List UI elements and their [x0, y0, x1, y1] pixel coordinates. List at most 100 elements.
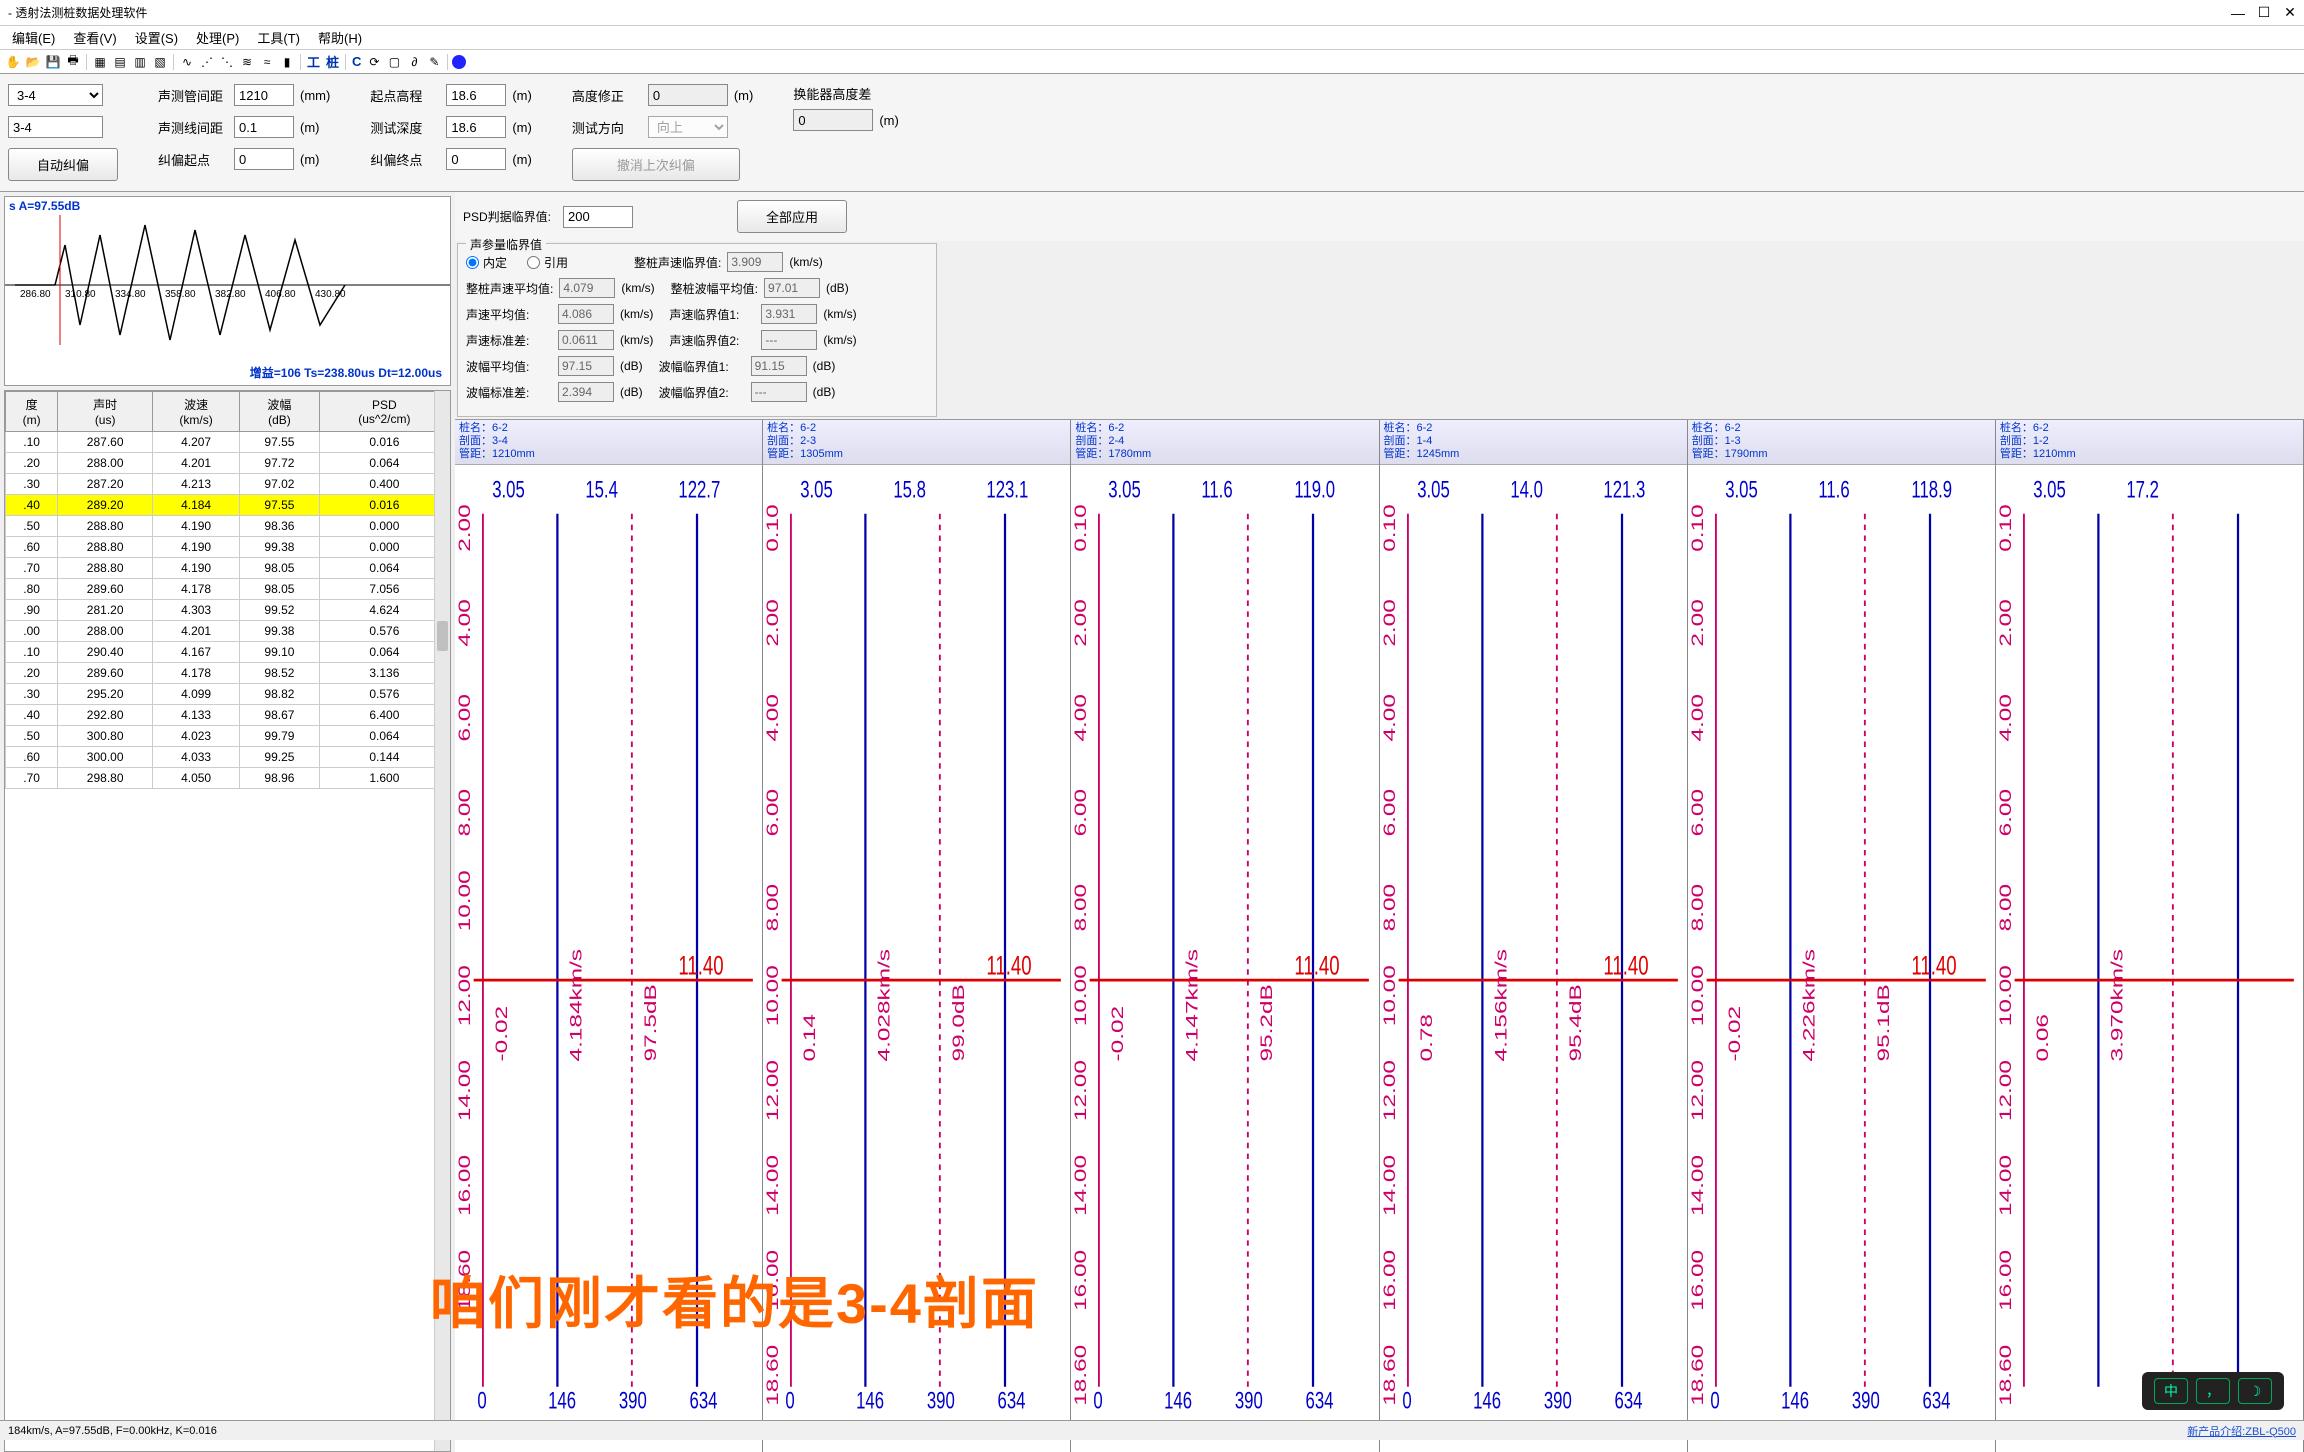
table-row[interactable]: .40292.804.13398.676.400 [6, 705, 450, 726]
svg-text:14.00: 14.00 [764, 1155, 782, 1216]
table-cell: 4.167 [153, 642, 240, 663]
offset-end-input[interactable] [446, 148, 506, 170]
profile-column[interactable]: 桩名：6-2剖面：1-2管距：1210mm 3.0517.2 0.102.004… [1996, 420, 2304, 1452]
refresh-icon[interactable]: ⟳ [365, 53, 383, 71]
test-dir-select[interactable]: 向上 [648, 116, 728, 138]
svg-text:4.028km/s: 4.028km/s [875, 949, 893, 1061]
test-depth-input[interactable] [446, 116, 506, 138]
tool-c[interactable]: C [350, 54, 363, 69]
save-icon[interactable]: 💾 [44, 53, 62, 71]
wave1-icon[interactable]: ∿ [178, 53, 196, 71]
table-row[interactable]: .10290.404.16799.100.064 [6, 642, 450, 663]
close-button[interactable]: ✕ [2284, 7, 2296, 19]
data-table[interactable]: 度(m)声时(us)波速(km/s)波幅(dB)PSD(us^2/cm) .10… [5, 391, 450, 789]
line-spacing-input[interactable] [234, 116, 294, 138]
svg-text:11.40: 11.40 [1911, 950, 1956, 980]
grid1-icon[interactable]: ▦ [91, 53, 109, 71]
table-cell: .30 [6, 684, 58, 705]
table-row[interactable]: .60300.004.03399.250.144 [6, 747, 450, 768]
ime-lang[interactable]: 中 [2154, 1378, 2188, 1404]
svg-text:10.00: 10.00 [1996, 965, 2014, 1026]
waveform-panel[interactable]: s A=97.55dB 286.80310.80334.80 358.80382… [4, 196, 451, 386]
profile-column[interactable]: 桩名：6-2剖面：1-4管距：1245mm 3.0514.0121.3 11.4… [1380, 420, 1688, 1452]
svg-text:18.60: 18.60 [1996, 1344, 2014, 1405]
circle-icon[interactable] [452, 55, 466, 69]
menu-tools[interactable]: 工具(T) [249, 26, 308, 49]
auto-offset-button[interactable]: 自动纠偏 [8, 148, 118, 181]
tube-spacing-input[interactable] [234, 84, 294, 106]
menu-settings[interactable]: 设置(S) [127, 26, 186, 49]
svg-text:0: 0 [1710, 1387, 1719, 1414]
svg-text:14.00: 14.00 [1380, 1155, 1398, 1216]
table-row[interactable]: .50300.804.02399.790.064 [6, 726, 450, 747]
table-row[interactable]: .70288.804.19098.050.064 [6, 558, 450, 579]
table-row[interactable]: .00288.004.20199.380.576 [6, 621, 450, 642]
table-cell: 289.60 [58, 663, 153, 684]
status-link[interactable]: 新产品介绍:ZBL-Q500 [2187, 1423, 2296, 1439]
table-row[interactable]: .10287.604.20797.550.016 [6, 432, 450, 453]
table-row[interactable]: .20289.604.17898.523.136 [6, 663, 450, 684]
print-icon[interactable]: 🖶 [64, 53, 82, 71]
wave2-icon[interactable]: ⋰ [198, 53, 216, 71]
menu-edit[interactable]: 编辑(E) [4, 26, 63, 49]
table-row[interactable]: .40289.204.18497.550.016 [6, 495, 450, 516]
line-spacing-label: 声测线间距 [158, 118, 228, 137]
table-cell: 0.016 [319, 432, 449, 453]
maximize-button[interactable]: ☐ [2258, 7, 2270, 19]
ime-moon-icon[interactable]: ☽ [2238, 1378, 2272, 1404]
grid4-icon[interactable]: ▧ [151, 53, 169, 71]
table-row[interactable]: .50288.804.19098.360.000 [6, 516, 450, 537]
table-cell: 3.136 [319, 663, 449, 684]
grid3-icon[interactable]: ▥ [131, 53, 149, 71]
table-row[interactable]: .70298.804.05098.961.600 [6, 768, 450, 789]
profile-select[interactable]: 3-4 [8, 84, 103, 106]
curve-icon[interactable]: ∂ [405, 53, 423, 71]
profile-column[interactable]: 桩名：6-2剖面：2-4管距：1780mm 3.0511.6119.0 11.4… [1071, 420, 1379, 1452]
wave6-icon[interactable]: ▮ [278, 53, 296, 71]
tool-gong[interactable]: 工 [305, 52, 322, 71]
offset-start-input[interactable] [234, 148, 294, 170]
pen-icon[interactable]: ✎ [425, 53, 443, 71]
menu-process[interactable]: 处理(P) [188, 26, 247, 49]
menu-view[interactable]: 查看(V) [65, 26, 124, 49]
svg-text:14.0: 14.0 [1510, 476, 1543, 503]
offset-start-unit: (m) [300, 152, 320, 167]
undo-offset-button[interactable]: 撤消上次纠偏 [572, 148, 740, 181]
table-row[interactable]: .20288.004.20197.720.064 [6, 453, 450, 474]
scrollbar-thumb[interactable] [437, 621, 448, 651]
wave5-icon[interactable]: ≈ [258, 53, 276, 71]
svg-text:3.05: 3.05 [492, 476, 525, 503]
profile-text-input[interactable] [8, 116, 103, 138]
tool-zhuang[interactable]: 桩 [324, 52, 341, 71]
wave4-icon[interactable]: ≋ [238, 53, 256, 71]
open-icon[interactable]: 📂 [24, 53, 42, 71]
table-row[interactable]: .80289.604.17898.057.056 [6, 579, 450, 600]
minimize-button[interactable]: — [2232, 7, 2244, 19]
ime-bar[interactable]: 中 ， ☽ [2142, 1372, 2284, 1410]
svg-text:6.00: 6.00 [455, 694, 473, 741]
svg-text:11.6: 11.6 [1818, 476, 1849, 503]
profile-column[interactable]: 桩名：6-2剖面：1-3管距：1790mm 3.0511.6118.9 11.4… [1688, 420, 1996, 1452]
start-elev-input[interactable] [446, 84, 506, 106]
radio-internal[interactable]: 内定 [466, 254, 507, 271]
amp-crit2-input [751, 382, 807, 402]
whole-vel-avg-input [559, 278, 615, 298]
table-cell: 288.80 [58, 516, 153, 537]
table-row[interactable]: .30287.204.21397.020.400 [6, 474, 450, 495]
ime-punct[interactable]: ， [2196, 1378, 2230, 1404]
apply-all-button[interactable]: 全部应用 [737, 200, 847, 233]
table-row[interactable]: .30295.204.09998.820.576 [6, 684, 450, 705]
table-cell: 0.000 [319, 537, 449, 558]
psd-threshold-input[interactable] [563, 206, 633, 228]
hand-icon[interactable]: ✋ [4, 53, 22, 71]
menu-help[interactable]: 帮助(H) [310, 26, 370, 49]
table-cell: 98.52 [240, 663, 320, 684]
profile-header: 桩名：6-2剖面：2-4管距：1780mm [1071, 420, 1378, 465]
table-row[interactable]: .90281.204.30399.524.624 [6, 600, 450, 621]
box-icon[interactable]: ▢ [385, 53, 403, 71]
table-row[interactable]: .60288.804.19099.380.000 [6, 537, 450, 558]
wave3-icon[interactable]: ⋱ [218, 53, 236, 71]
grid2-icon[interactable]: ▤ [111, 53, 129, 71]
radio-quote[interactable]: 引用 [527, 254, 568, 271]
waveform-icon: 286.80310.80334.80 358.80382.80406.80430… [5, 215, 450, 345]
